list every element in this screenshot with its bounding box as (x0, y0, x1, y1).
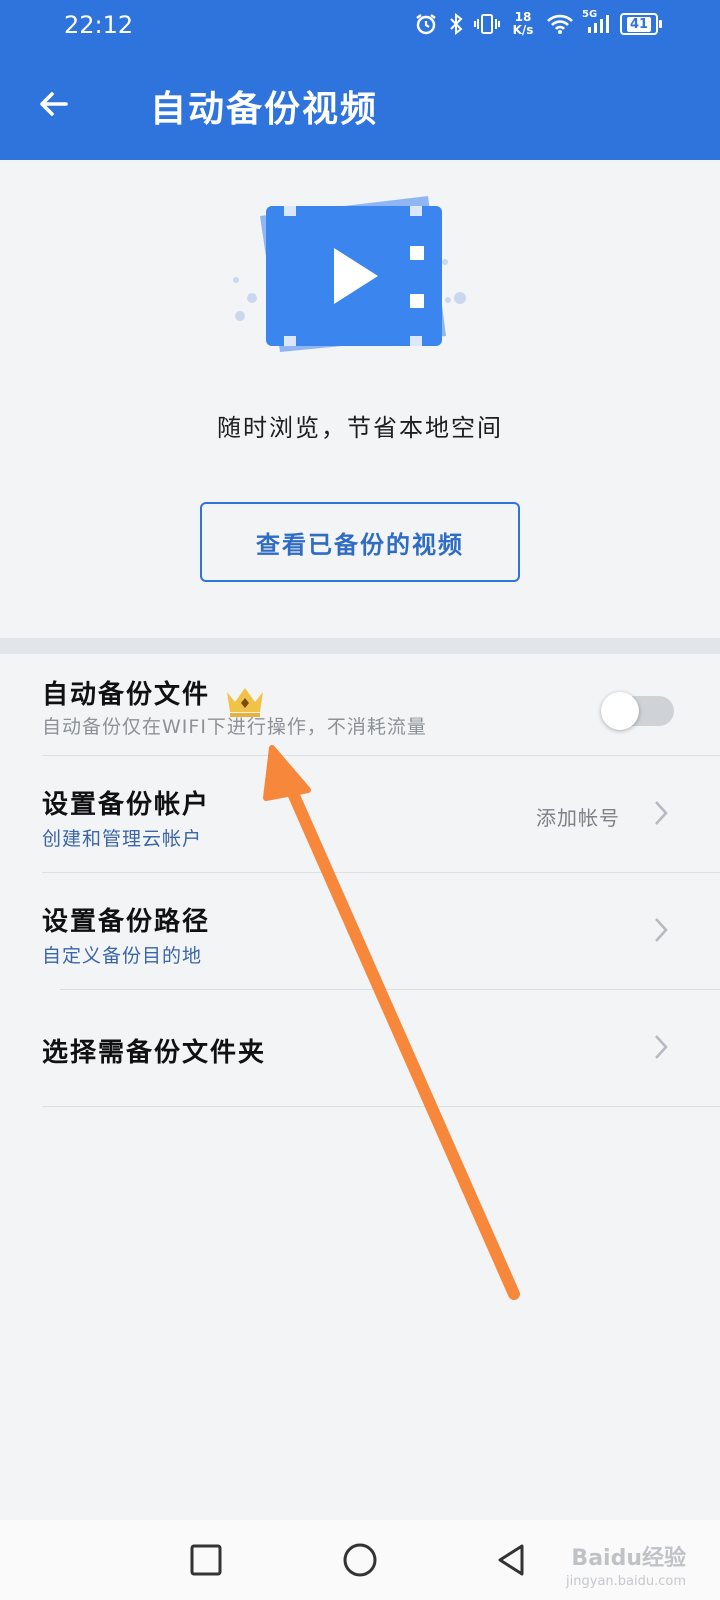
settings-list: 自动备份文件 自动备份仅在WIFI下进行操作，不消耗流量 设置备份帐户 创建和管… (0, 654, 720, 1107)
auto-backup-toggle[interactable] (601, 692, 674, 730)
video-film-icon (228, 190, 478, 360)
tagline: 随时浏览，节省本地空间 (217, 414, 503, 442)
vibrate-icon (474, 12, 500, 36)
status-bar: 22:12 18 K/s 5G 41 (0, 0, 720, 50)
setting-title: 自动备份文件 (42, 680, 211, 710)
setting-title: 设置备份路径 (42, 907, 211, 937)
add-account-value: 添加帐号 (536, 806, 620, 830)
status-time: 22:12 (64, 11, 134, 39)
hero-section: 随时浏览，节省本地空间 查看已备份的视频 (0, 160, 720, 640)
speed-unit: K/s (512, 23, 534, 37)
network-speed: 18 K/s (510, 11, 536, 37)
view-backed-up-videos-button[interactable]: 查看已备份的视频 (200, 502, 520, 582)
page-title: 自动备份视频 (150, 89, 379, 130)
battery-level: 41 (626, 16, 652, 32)
toggle-knob (601, 692, 639, 730)
setting-subtitle: 自动备份仅在WIFI下进行操作，不消耗流量 (42, 716, 427, 738)
arrow-left-icon (40, 92, 68, 116)
setting-subtitle: 创建和管理云帐户 (42, 828, 203, 850)
home-circle-icon[interactable] (338, 1538, 382, 1582)
setting-backup-path[interactable]: 设置备份路径 自定义备份目的地 (0, 873, 720, 990)
status-icons: 18 K/s 5G 41 (414, 8, 662, 40)
wifi-icon (546, 13, 574, 35)
watermark-logo: Baidu经验 (571, 1546, 686, 1571)
setting-backup-account[interactable]: 设置备份帐户 创建和管理云帐户 添加帐号 (0, 756, 720, 873)
chevron-right-icon (655, 801, 668, 825)
network-type: 5G (582, 9, 598, 20)
back-button[interactable] (34, 84, 74, 124)
setting-select-folders[interactable]: 选择需备份文件夹 (0, 990, 720, 1107)
speed-value: 18 (514, 10, 532, 24)
setting-subtitle: 自定义备份目的地 (42, 945, 203, 967)
bluetooth-icon (448, 12, 464, 36)
app-bar: 22:12 18 K/s 5G 41 自动备份视频 (0, 0, 720, 160)
recents-square-icon[interactable] (184, 1538, 228, 1582)
setting-auto-backup[interactable]: 自动备份文件 自动备份仅在WIFI下进行操作，不消耗流量 (0, 654, 720, 756)
chevron-right-icon (655, 918, 668, 942)
section-divider (0, 638, 720, 654)
row-divider (42, 1106, 720, 1107)
back-triangle-icon[interactable] (490, 1538, 534, 1582)
signal-icon: 5G (582, 9, 610, 35)
battery-icon: 41 (620, 13, 662, 35)
setting-title: 选择需备份文件夹 (42, 1038, 267, 1068)
chevron-right-icon (655, 1035, 668, 1059)
setting-title: 设置备份帐户 (42, 790, 211, 820)
watermark-url: jingyan.baidu.com (566, 1574, 686, 1589)
alarm-icon (414, 12, 438, 36)
